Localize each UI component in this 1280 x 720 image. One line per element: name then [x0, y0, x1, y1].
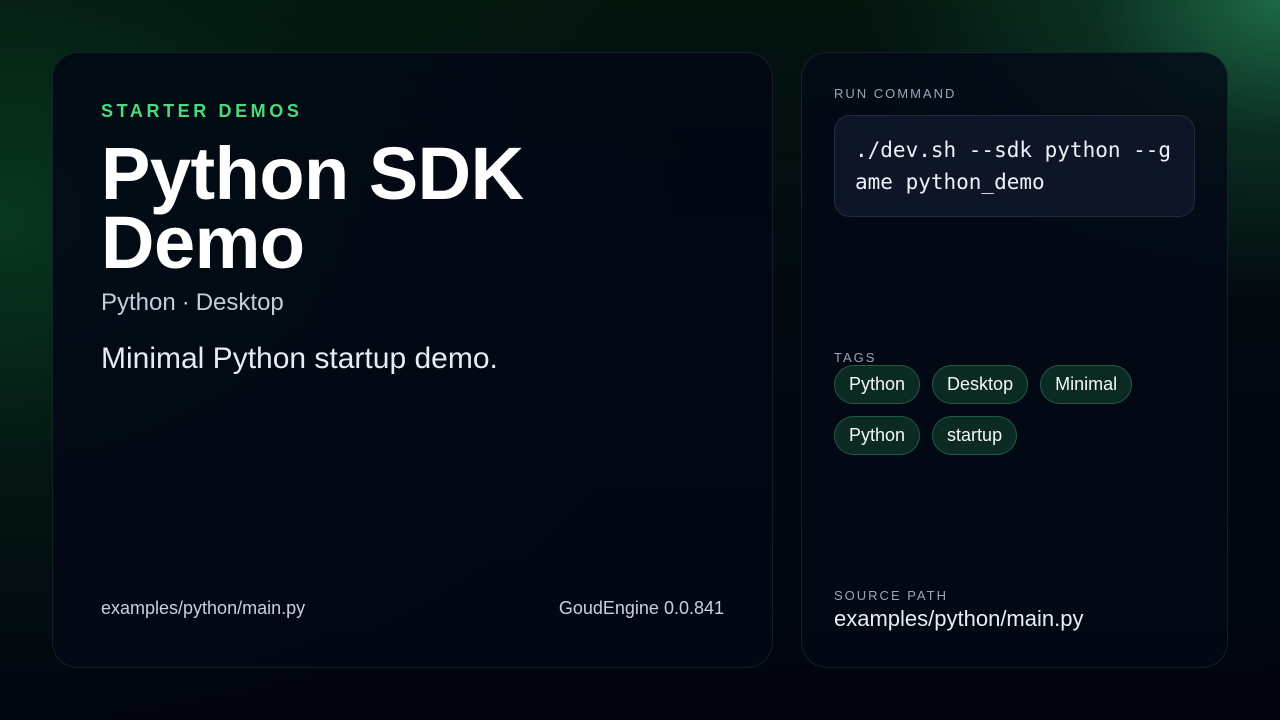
tag-startup: startup: [932, 416, 1018, 455]
tag-desktop: Desktop: [932, 365, 1029, 404]
source-path-value: examples/python/main.py: [834, 606, 1084, 631]
tag-minimal: Minimal: [1040, 365, 1133, 404]
demo-info-card: STARTER DEMOS Python SDK Demo Python · Des…: [52, 52, 773, 668]
tag-python-2: Python: [834, 416, 921, 455]
tag-python: Python: [834, 365, 921, 404]
page-title: Python SDK Demo: [101, 132, 524, 284]
subtitle-separator: ·: [181, 289, 190, 316]
demo-subtitle: Python · Desktop: [101, 289, 284, 317]
language-label: Python: [101, 289, 176, 316]
tag-list: Python Desktop Minimal Python startup: [834, 365, 1204, 455]
run-command-box[interactable]: ./dev.sh --sdk python --game python_demo: [834, 115, 1195, 217]
demo-description: Minimal Python startup demo.: [101, 342, 498, 375]
category-label: STARTER DEMOS: [101, 101, 303, 121]
demo-details-card: RUN COMMAND ./dev.sh --sdk python --game…: [801, 52, 1228, 668]
platform-label: Desktop: [195, 289, 284, 316]
footer-source-path: examples/python/main.py: [101, 598, 306, 618]
source-path-label: SOURCE PATH: [834, 588, 948, 603]
engine-version: GoudEngine 0.0.841: [558, 598, 724, 618]
run-command-label: RUN COMMAND: [834, 86, 957, 101]
tags-label: TAGS: [834, 350, 877, 365]
